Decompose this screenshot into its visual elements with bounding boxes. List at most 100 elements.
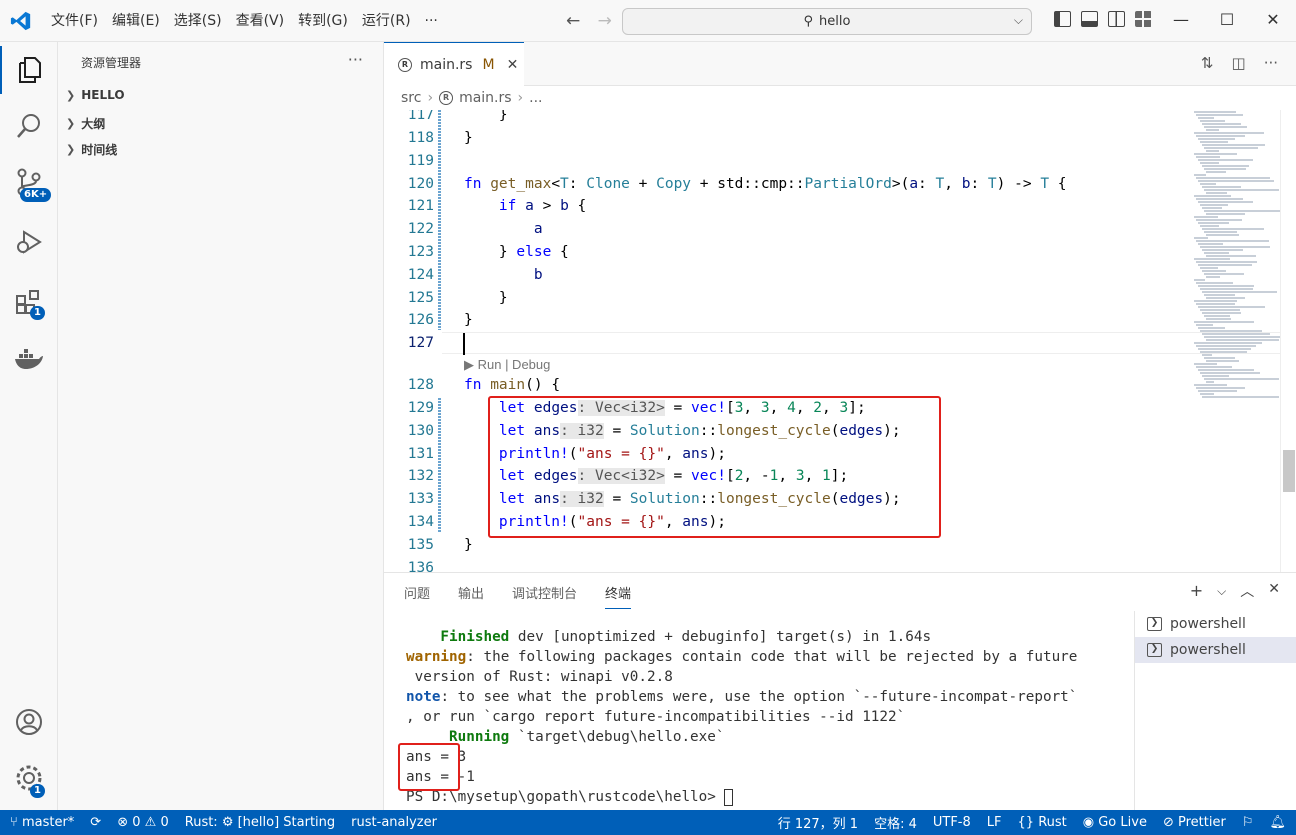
minimap-line (1196, 324, 1214, 326)
minimap-line (1196, 240, 1269, 242)
minimap-line (1206, 255, 1257, 257)
go-live[interactable]: ◉ Go Live (1075, 815, 1155, 830)
line-number: 123 (407, 244, 434, 260)
title-bar: 文件(F) 编辑(E) 选择(S) 查看(V) 转到(G) 运行(R) ··· … (0, 0, 1296, 42)
sync-icon[interactable]: ⟳ (82, 815, 109, 830)
rust-analyzer-status[interactable]: rust-analyzer (343, 815, 445, 830)
chevron-right-icon: › (517, 90, 524, 106)
docker-icon[interactable] (0, 336, 58, 384)
minimap-line (1194, 342, 1263, 344)
breadcrumb-folder[interactable]: src (401, 90, 421, 106)
settings-gear-icon[interactable]: 1 (0, 754, 58, 802)
tab-main-rs[interactable]: R main.rs M ✕ (384, 42, 524, 86)
terminal-cursor (724, 788, 734, 806)
minimap-line (1204, 315, 1231, 317)
editor-scrollbar[interactable] (1280, 110, 1296, 572)
close-panel-icon[interactable]: ✕ (1268, 581, 1280, 601)
toggle-secondary-sidebar-icon[interactable] (1108, 11, 1125, 27)
source-control-icon[interactable]: 6K+ (0, 158, 58, 206)
encoding[interactable]: UTF-8 (925, 815, 979, 830)
sidebar-title: 资源管理器 (81, 56, 142, 70)
annotation-highlight-box (488, 396, 941, 538)
notifications-bell-icon[interactable]: 🔔︎ (1261, 815, 1296, 830)
tab-terminal[interactable]: 终端 (605, 583, 632, 609)
minimap-line (1198, 285, 1254, 287)
git-branch-icon: ⑂ (10, 815, 18, 830)
menu-file[interactable]: 文件(F) (44, 0, 105, 42)
minimap-line (1200, 267, 1218, 269)
menu-selection[interactable]: 选择(S) (167, 0, 229, 42)
explorer-icon[interactable] (0, 46, 58, 94)
indentation[interactable]: 空格: 4 (866, 813, 925, 832)
minimap-line (1198, 369, 1254, 371)
code-editor[interactable]: 117 118 119 120 121 122 123 124 125 126 … (384, 110, 1280, 572)
section-outline[interactable]: ❯ 大纲 (66, 115, 105, 132)
line-number: 135 (407, 537, 434, 553)
prettier[interactable]: ⊘ Prettier (1155, 815, 1234, 830)
minimap-line (1198, 159, 1254, 161)
line-number: 133 (407, 491, 434, 507)
toggle-panel-icon[interactable] (1081, 11, 1098, 27)
tab-problems[interactable]: 问题 (404, 583, 430, 609)
maximize-icon[interactable]: ☐ (1204, 0, 1250, 42)
tab-label: main.rs (420, 56, 473, 73)
problems-status[interactable]: ⊗ 0 ⚠ 0 (109, 815, 177, 830)
cursor-position[interactable]: 行 127，列 1 (770, 813, 866, 832)
search-view-icon[interactable] (0, 102, 58, 150)
feedback-icon[interactable]: ⚐ (1234, 815, 1262, 830)
chevron-down-icon[interactable]: ⌵ (1014, 13, 1023, 28)
rust-status[interactable]: Rust: ⚙ [hello] Starting (177, 815, 343, 830)
minimap[interactable] (1190, 110, 1280, 400)
chevron-right-icon: ❯ (66, 143, 76, 156)
more-actions-icon[interactable]: ··· (348, 50, 363, 69)
minimap-line (1204, 189, 1279, 191)
section-timeline[interactable]: ❯ 时间线 (66, 141, 117, 158)
open-changes-icon[interactable]: ⇅ (1201, 54, 1214, 72)
maximize-panel-icon[interactable]: ︿ (1240, 581, 1254, 601)
breadcrumb-file[interactable]: main.rs (459, 90, 511, 106)
section-hello[interactable]: ❯ HELLO (66, 88, 125, 102)
chevron-down-icon[interactable]: ⌵ (1217, 581, 1226, 601)
new-terminal-icon[interactable]: + (1190, 581, 1203, 601)
error-count: 0 (132, 815, 141, 830)
line-number: 126 (407, 312, 434, 328)
minimap-line (1198, 180, 1274, 182)
git-modified-gutter (438, 110, 441, 330)
run-debug-icon[interactable] (0, 218, 58, 266)
minimap-line (1202, 291, 1277, 293)
close-window-icon[interactable]: ✕ (1250, 0, 1296, 42)
terminal-output[interactable]: Finished dev [unoptimized + debuginfo] t… (406, 627, 1128, 807)
menu-run[interactable]: 运行(R) (355, 0, 418, 42)
menu-more[interactable]: ··· (418, 0, 445, 42)
menu-edit[interactable]: 编辑(E) (105, 0, 167, 42)
breadcrumb-more[interactable]: ... (529, 90, 542, 106)
menu-go[interactable]: 转到(G) (291, 0, 355, 42)
end-of-line[interactable]: LF (979, 815, 1010, 830)
back-arrow-icon[interactable]: ← (566, 11, 580, 31)
more-actions-icon[interactable]: ··· (1264, 54, 1278, 72)
menu-view[interactable]: 查看(V) (229, 0, 292, 42)
forward-arrow-icon[interactable]: → (598, 11, 612, 31)
terminal-item[interactable]: ❯ powershell (1135, 637, 1296, 663)
minimize-icon[interactable]: — (1158, 0, 1204, 42)
scrollbar-thumb[interactable] (1283, 450, 1295, 492)
extensions-icon[interactable]: 1 (0, 278, 58, 326)
split-editor-icon[interactable]: ◫ (1232, 54, 1246, 72)
command-center-search[interactable]: ⚲ hello ⌵ (622, 8, 1032, 35)
minimap-line (1206, 129, 1220, 131)
branch-status[interactable]: ⑂ master* (0, 815, 82, 830)
tab-output[interactable]: 输出 (458, 583, 484, 609)
customize-layout-icon[interactable] (1135, 11, 1152, 27)
tab-debug-console[interactable]: 调试控制台 (512, 583, 577, 609)
close-tab-icon[interactable]: ✕ (507, 57, 519, 73)
line-number: 129 (407, 400, 434, 416)
terminal-item[interactable]: ❯ powershell (1135, 611, 1296, 637)
terminal-label: powershell (1170, 642, 1246, 658)
minimap-line (1202, 228, 1265, 230)
run-debug-codelens[interactable]: ▶ Run | Debug (464, 357, 550, 373)
language-mode[interactable]: {} Rust (1010, 815, 1075, 830)
minimap-line (1200, 246, 1270, 248)
toggle-sidebar-icon[interactable] (1054, 11, 1071, 27)
minimap-line (1194, 321, 1254, 323)
accounts-icon[interactable] (0, 698, 58, 746)
